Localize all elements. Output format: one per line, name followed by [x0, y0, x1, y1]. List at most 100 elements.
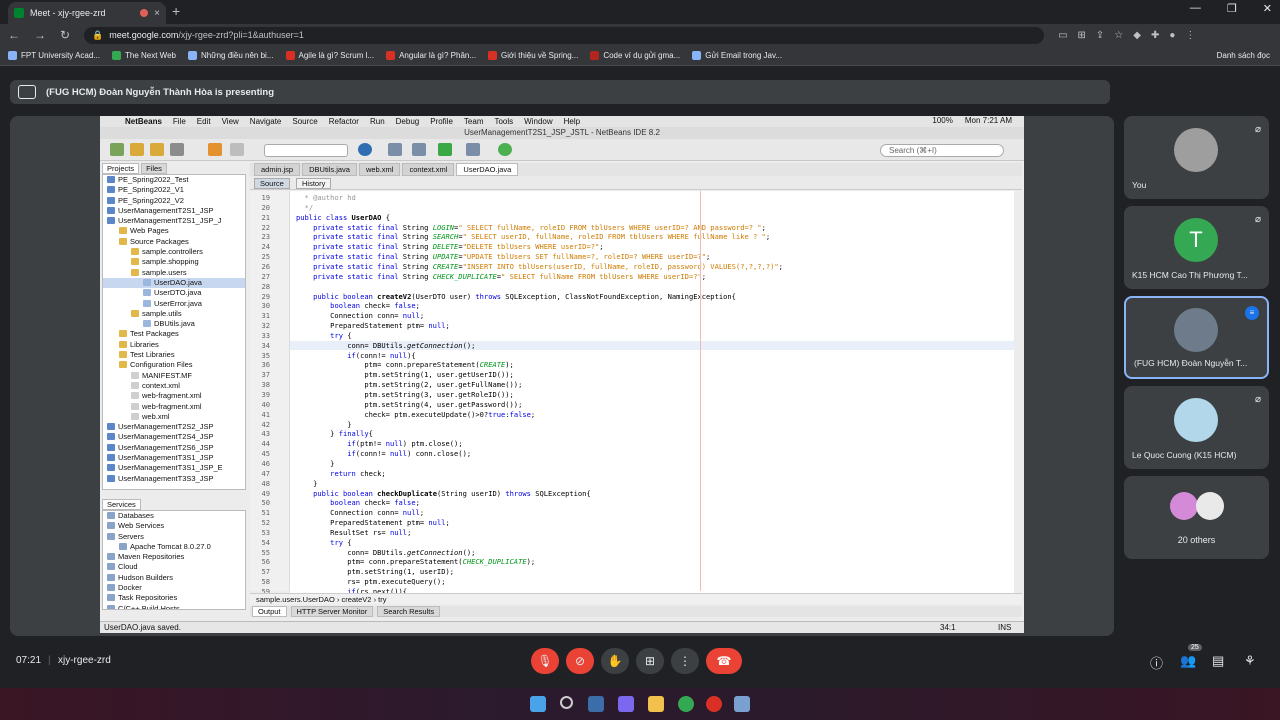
menu-run[interactable]: Run	[370, 117, 385, 126]
editor-tab[interactable]: web.xml	[358, 163, 401, 176]
code-line[interactable]: boolean check= false;	[290, 301, 420, 310]
tab-search-results[interactable]: Search Results	[377, 606, 441, 617]
camera-icon[interactable]: ▭	[1058, 30, 1067, 41]
bookmark-item[interactable]: FPT University Acad...	[8, 51, 100, 60]
tree-item[interactable]: PE_Spring2022_Test	[103, 175, 245, 185]
tree-item[interactable]: UserManagementT2S1_JSP_J	[103, 216, 245, 226]
code-line[interactable]: private static final String DELETE="DELE…	[290, 242, 603, 251]
code-line[interactable]: Connection conn= null;	[290, 508, 424, 517]
service-item[interactable]: C/C++ Build Hosts	[103, 604, 245, 609]
code-line[interactable]: } finally{	[290, 429, 373, 438]
search-icon[interactable]	[560, 696, 573, 709]
participant-tile[interactable]: ⌀ Le Quoc Cuong (K15 HCM)	[1124, 386, 1269, 469]
menu-help[interactable]: Help	[564, 117, 580, 126]
tree-item[interactable]: PE_Spring2022_V2	[103, 196, 245, 206]
bookmark-item[interactable]: Giới thiệu về Spring...	[488, 51, 578, 60]
menu-app[interactable]: NetBeans	[125, 117, 162, 126]
tree-item[interactable]: MANIFEST.MF	[103, 371, 245, 381]
tree-item[interactable]: UserManagementT2S2_JSP	[103, 422, 245, 432]
maximize-button[interactable]: ❐	[1227, 2, 1237, 15]
app-icon[interactable]	[734, 696, 750, 712]
source-button[interactable]: Source	[254, 178, 290, 189]
code-line[interactable]: if(conn!= null) conn.close();	[290, 449, 471, 458]
menu-window[interactable]: Window	[524, 117, 552, 126]
code-line[interactable]: private static final String SEARCH=" SEL…	[290, 232, 770, 241]
tree-item[interactable]: sample.utils	[103, 309, 245, 319]
code-line[interactable]: if(ptm!= null) ptm.close();	[290, 439, 462, 448]
start-icon[interactable]	[530, 696, 546, 712]
tree-item[interactable]: web-fragment.xml	[103, 402, 245, 412]
code-line[interactable]: private static final String UPDATE="UPDA…	[290, 252, 710, 261]
tree-item[interactable]: UserManagementT2S6_JSP	[103, 443, 245, 453]
tree-item[interactable]: Test Libraries	[103, 350, 245, 360]
code-line[interactable]: try {	[290, 331, 351, 340]
code-line[interactable]: return check;	[290, 469, 386, 478]
ide-search[interactable]: Search (⌘+I)	[880, 144, 1004, 157]
code-line[interactable]: }	[290, 479, 317, 488]
redo-icon[interactable]	[230, 143, 244, 156]
tree-item[interactable]: Source Packages	[103, 237, 245, 247]
mic-toggle-button[interactable]: 🎙	[531, 648, 559, 674]
editor-tab[interactable]: UserDAO.java	[456, 163, 519, 176]
participant-tile[interactable]: ⌀ You	[1124, 116, 1269, 199]
reload-icon[interactable]: ↻	[60, 28, 70, 42]
menu-navigate[interactable]: Navigate	[250, 117, 282, 126]
bookmark-item[interactable]: Gửi Email trong Jav...	[692, 51, 782, 60]
editor-tab[interactable]: admin.jsp	[254, 163, 301, 176]
menu-source[interactable]: Source	[292, 117, 317, 126]
code-line[interactable]: try {	[290, 538, 351, 547]
tree-item[interactable]: Libraries	[103, 340, 245, 350]
tree-item[interactable]: Test Packages	[103, 329, 245, 339]
config-combo[interactable]	[264, 144, 348, 157]
tree-item[interactable]: UserManagementT3S1_JSP	[103, 453, 245, 463]
forward-icon[interactable]: →	[34, 28, 46, 42]
service-item[interactable]: Cloud	[103, 562, 245, 572]
menu-team[interactable]: Team	[464, 117, 484, 126]
editor-tab[interactable]: DBUtils.java	[302, 163, 357, 176]
code-line[interactable]: * @author hd	[290, 193, 356, 202]
tab-http-monitor[interactable]: HTTP Server Monitor	[290, 606, 374, 617]
tree-item[interactable]: UserManagementT2S1_JSP	[103, 206, 245, 216]
bookmark-item[interactable]: The Next Web	[112, 51, 176, 60]
minimize-button[interactable]: —	[1190, 2, 1201, 15]
tree-item[interactable]: web.xml	[103, 412, 245, 422]
url-field[interactable]: 🔒 meet.google.com /xjy-rgee-zrd?pli=1&au…	[84, 26, 1045, 44]
code-line[interactable]: conn= DBUtils.getConnection();	[290, 340, 1014, 350]
tab-output[interactable]: Output	[252, 606, 287, 617]
code-line[interactable]: */	[290, 203, 314, 212]
new-tab-button[interactable]: +	[172, 3, 180, 19]
tree-item[interactable]: UserDAO.java	[103, 277, 245, 289]
back-icon[interactable]: ←	[8, 28, 20, 42]
tree-item[interactable]: PE_Spring2022_V1	[103, 185, 245, 195]
service-item[interactable]: Task Repositories	[103, 593, 245, 603]
extension-icon[interactable]: ◆	[1133, 30, 1141, 41]
code-line[interactable]: private static final String CREATE="INSE…	[290, 262, 783, 271]
editor-tab[interactable]: context.xml	[402, 163, 455, 176]
menu-tools[interactable]: Tools	[494, 117, 513, 126]
history-button[interactable]: History	[296, 178, 332, 189]
tree-item[interactable]: sample.controllers	[103, 247, 245, 257]
bookmark-item[interactable]: Angular là gì? Phân...	[386, 51, 476, 60]
activities-icon[interactable]: ⚘	[1244, 653, 1256, 669]
code-line[interactable]: ptm.setString(2, user.getFullName());	[290, 380, 522, 389]
participant-tile-presenter[interactable]: ≡ (FUG HCM) Đoàn Nguyễn T...	[1124, 296, 1269, 379]
build-icon[interactable]	[388, 143, 402, 156]
bookmark-item[interactable]: Những điều nên bi...	[187, 51, 274, 60]
present-button[interactable]: ⊞	[636, 648, 664, 674]
tree-item[interactable]: web-fragment.xml	[103, 391, 245, 401]
tree-item[interactable]: Configuration Files	[103, 360, 245, 370]
undo-icon[interactable]	[208, 143, 222, 156]
tree-item[interactable]: UserManagementT3S1_JSP_E	[103, 463, 245, 473]
clean-build-icon[interactable]	[412, 143, 426, 156]
code-line[interactable]: boolean check= false;	[290, 498, 420, 507]
record-icon[interactable]	[706, 696, 722, 712]
chat-icon[interactable]: ▤	[1212, 653, 1224, 669]
profile-icon[interactable]: ●	[1169, 30, 1175, 41]
menu-profile[interactable]: Profile	[430, 117, 453, 126]
info-icon[interactable]: ⓘ	[1150, 653, 1163, 672]
puzzle-icon[interactable]: ✚	[1151, 30, 1159, 41]
tab-close-icon[interactable]: ×	[154, 8, 160, 19]
tree-item[interactable]: DBUtils.java	[103, 319, 245, 329]
bookmark-item[interactable]: Agile là gì? Scrum l...	[285, 51, 374, 60]
tree-item[interactable]: context.xml	[103, 381, 245, 391]
